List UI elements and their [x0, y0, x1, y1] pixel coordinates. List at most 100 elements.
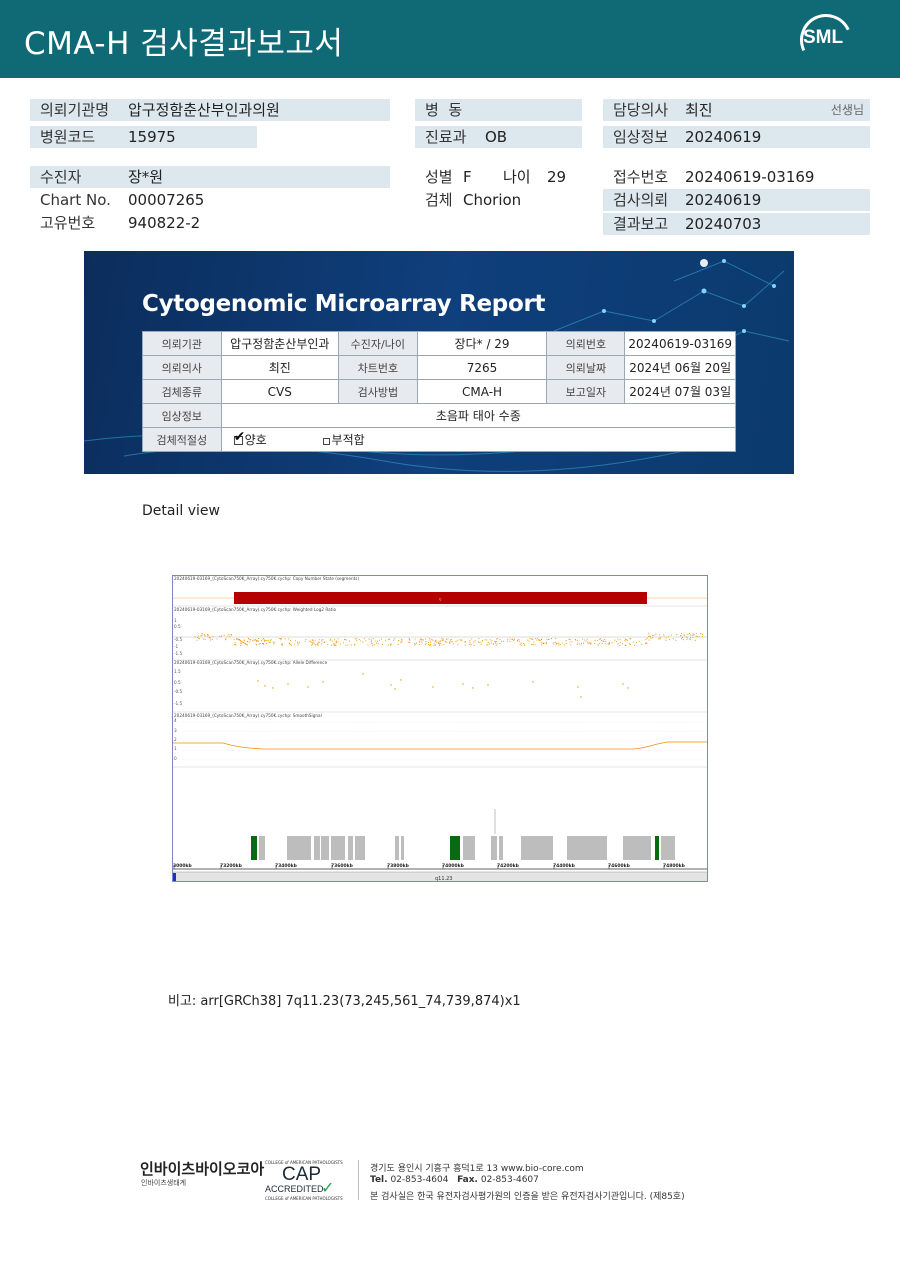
axis-position-label: 73800kb — [387, 863, 410, 869]
table-row: 검체적절성 양호 부적합 — [142, 427, 737, 452]
log2-data-point — [320, 643, 322, 645]
log2-data-point — [298, 642, 300, 644]
log2-data-point — [321, 641, 323, 643]
log2-data-point — [646, 643, 648, 645]
log2-data-point — [311, 639, 313, 641]
gene-block — [491, 836, 497, 860]
log2-data-point — [321, 639, 323, 641]
log2-data-point — [624, 639, 626, 642]
log2-data-point — [207, 635, 209, 637]
log2-data-point — [558, 644, 560, 646]
log2-data-point — [245, 643, 247, 645]
field-value: 00007265 — [128, 191, 205, 209]
log2-data-point — [701, 633, 704, 635]
log2-data-point — [513, 638, 516, 640]
log2-data-point — [694, 639, 696, 641]
receipt-no-field: 접수번호 20240619-03169 — [603, 166, 870, 188]
log2-data-point — [198, 635, 200, 637]
log2-data-point — [585, 640, 587, 642]
log2-data-point — [261, 640, 263, 642]
log2-data-point — [288, 643, 291, 645]
result-report-field: 결과보고 20240703 — [603, 213, 870, 235]
checked-checkbox-icon — [233, 429, 245, 445]
log2-data-point — [421, 641, 423, 643]
log2-data-point — [689, 638, 691, 640]
log2-data-point — [474, 640, 476, 642]
log2-data-point — [481, 640, 484, 642]
log2-data-point — [414, 644, 416, 646]
footer-contact: Tel. 02-853-4604 Fax. 02-853-4607 — [370, 1175, 539, 1185]
log2-data-point — [469, 643, 471, 645]
field-value: 최진 — [685, 101, 713, 119]
log2-data-point — [280, 637, 282, 640]
log2-data-point — [414, 642, 416, 644]
log2-data-point — [233, 644, 236, 646]
log2-data-point — [281, 644, 283, 646]
log2-data-point — [607, 643, 609, 645]
microarray-plot: 20240619-03169_(CytoScan750K_Array).cy75… — [172, 575, 708, 882]
log2-data-point — [460, 639, 462, 641]
field-label: 의뢰기관명 — [40, 101, 110, 119]
log2-data-point — [489, 639, 491, 641]
log2-data-point — [499, 642, 501, 645]
axis-tick-label: 1 — [174, 746, 177, 751]
log2-data-point — [563, 644, 565, 646]
allele-data-point — [287, 683, 289, 685]
log2-data-point — [690, 637, 692, 639]
log2-data-point — [445, 641, 447, 643]
log2-data-point — [571, 641, 573, 643]
log2-data-point — [249, 641, 251, 643]
log2-data-point — [569, 641, 571, 643]
log2-data-point — [264, 640, 266, 642]
field-label: 수진자 — [40, 168, 82, 186]
log2-data-point — [696, 636, 698, 638]
log2-data-point — [414, 638, 416, 640]
axis-position-label: 74800kb — [663, 863, 686, 869]
table-header-cell: 임상정보 — [142, 403, 222, 428]
log2-data-point — [683, 634, 685, 636]
gene-block — [287, 836, 311, 860]
log2-data-point — [492, 643, 494, 645]
unique-no-field: 고유번호 940822-2 — [30, 212, 330, 234]
log2-data-point — [281, 643, 284, 645]
log2-data-point — [327, 643, 329, 646]
log2-data-point — [471, 638, 473, 640]
log2-data-point — [387, 644, 389, 646]
log2-data-point — [611, 642, 613, 644]
field-value: 940822-2 — [128, 214, 201, 232]
log2-data-point — [680, 638, 683, 640]
log2-data-point — [496, 640, 498, 642]
log2-data-point — [446, 638, 448, 640]
log2-data-point — [538, 639, 540, 642]
log2-data-point — [653, 634, 655, 636]
log2-data-point — [455, 640, 457, 642]
log2-data-point — [685, 636, 687, 638]
ward-field: 병 동 — [415, 99, 582, 121]
axis-tick-label: 1 — [174, 618, 177, 623]
table-header-cell: 차트번호 — [337, 355, 418, 380]
gene-block — [314, 836, 320, 860]
log2-data-point — [212, 635, 214, 637]
axis-tick-label: 2 — [174, 737, 177, 742]
track-title: 20240619-03169_(CytoScan750K_Array).cy75… — [174, 713, 322, 718]
log2-data-point — [235, 644, 237, 646]
allele-data-point — [257, 680, 259, 682]
log2-data-point — [203, 634, 205, 636]
log2-data-point — [440, 642, 442, 645]
log2-data-point — [329, 638, 332, 640]
log2-data-point — [363, 638, 365, 640]
log2-data-point — [447, 638, 449, 640]
log2-data-point — [625, 638, 627, 640]
log2-data-point — [419, 643, 421, 645]
log2-data-point — [652, 636, 654, 639]
log2-data-point — [695, 632, 697, 635]
log2-data-point — [203, 638, 205, 640]
log2-data-point — [310, 640, 312, 643]
axis-position-label: 74000kb — [442, 863, 465, 869]
log2-data-point — [345, 644, 347, 647]
cap-accredited-text: ACCREDITED — [265, 1184, 324, 1194]
log2-data-point — [264, 639, 266, 641]
log2-data-point — [663, 635, 665, 637]
log2-data-point — [258, 643, 260, 645]
allele-data-point — [400, 679, 402, 681]
